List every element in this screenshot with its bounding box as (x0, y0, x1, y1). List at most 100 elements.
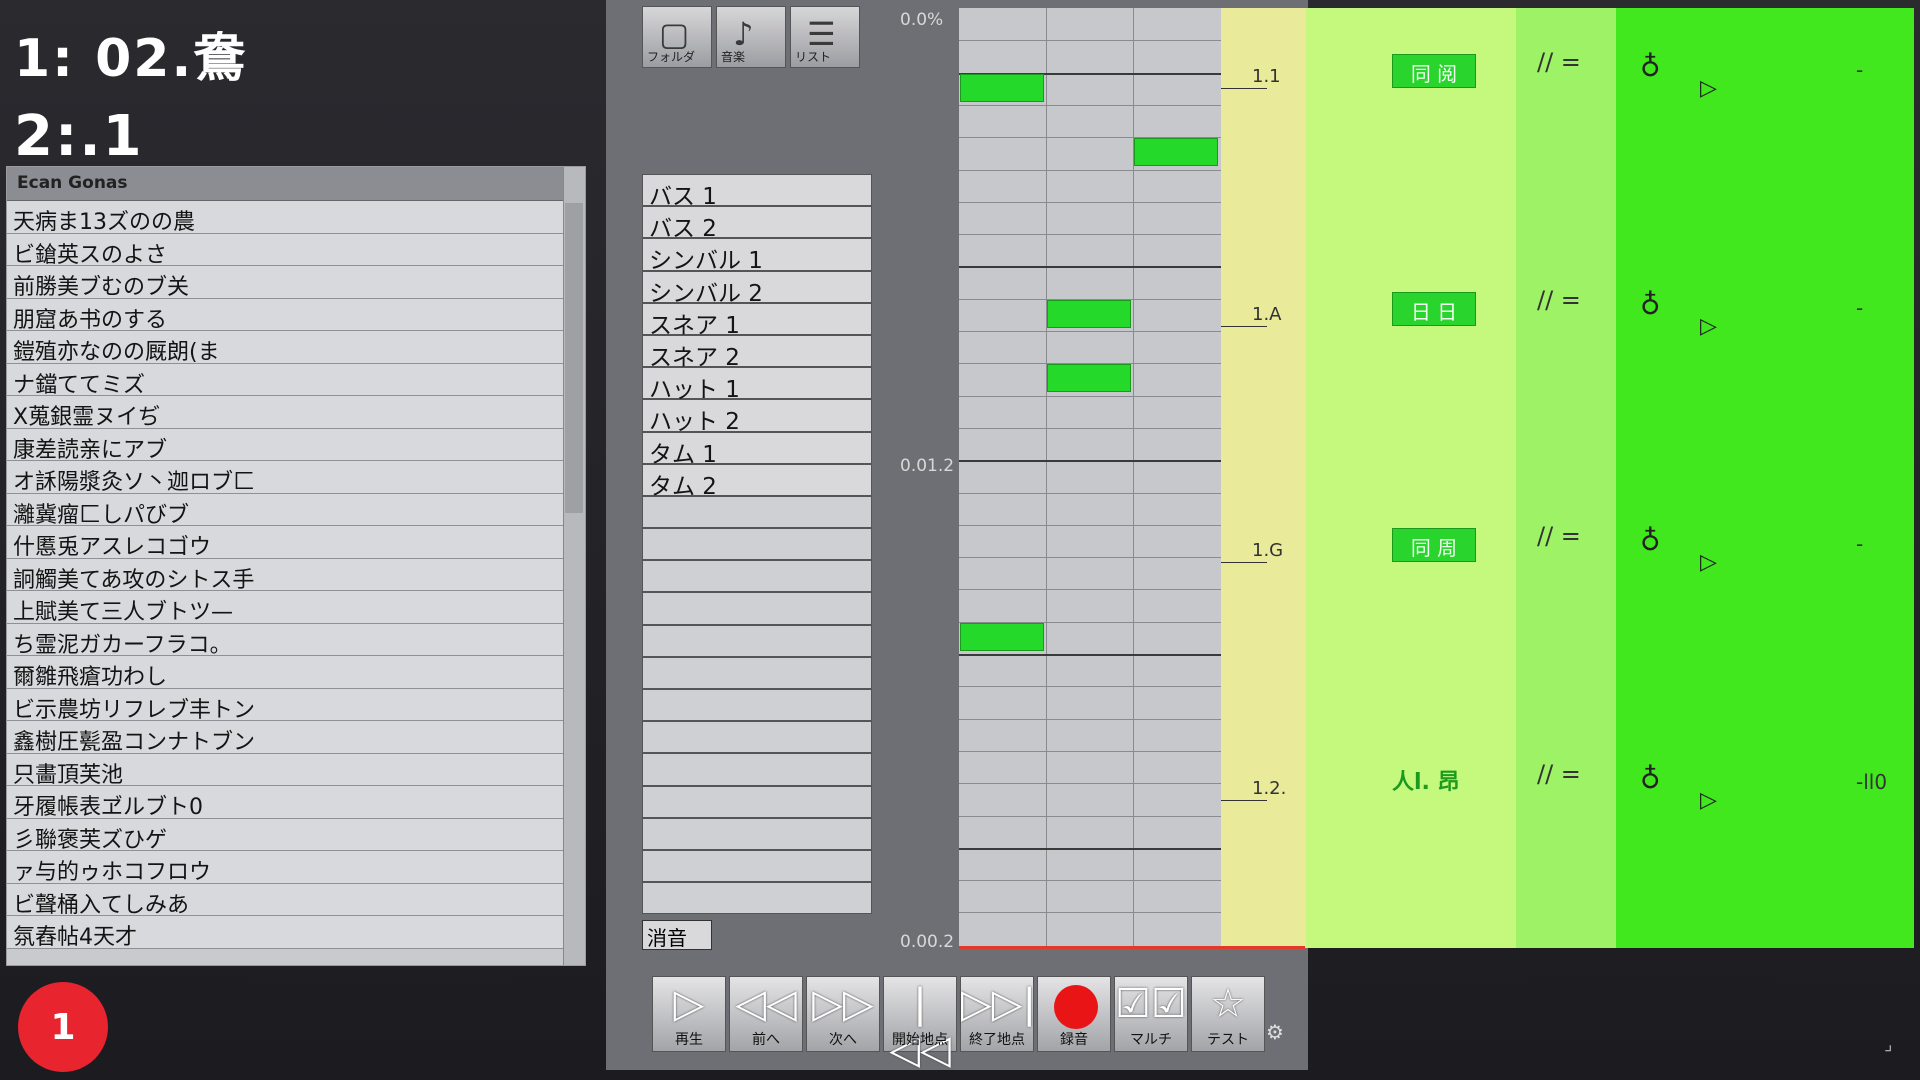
beat-box[interactable]: 同 周 (1392, 528, 1476, 562)
mute-button[interactable]: 消音 (642, 920, 712, 950)
song-list-item[interactable]: ち霊泥ガカーフラコ。 (7, 623, 563, 656)
song-list-header: Ecan Gonas (7, 167, 585, 201)
instrument-item[interactable]: スネア 1 (642, 302, 872, 339)
time-mark: 0.00.2 (900, 932, 955, 952)
song-list-item[interactable]: 牙履帳表ヹルブト0 (7, 786, 563, 819)
instrument-item[interactable]: シンバル 2 (642, 270, 872, 307)
instrument-slot-empty[interactable] (642, 592, 872, 625)
tempo-band (1516, 8, 1616, 948)
drum-note[interactable] (1047, 299, 1131, 328)
song-list-item[interactable]: ビ聲桶入てしみあ (7, 883, 563, 916)
song-list-item[interactable]: 彡聯褒芙ズひゲ (7, 818, 563, 851)
instrument-slot-empty[interactable] (642, 785, 872, 818)
grid-row-line (959, 718, 1221, 720)
tool-button-document[interactable]: ☰ リスト (790, 6, 860, 68)
song-list-item[interactable]: 上賦美て三人ブトツ— (7, 591, 563, 624)
tool-label: リスト (795, 50, 832, 64)
instrument-slot-empty[interactable] (642, 560, 872, 593)
grid-row-line (959, 654, 1221, 656)
measure-tail: - (1856, 532, 1864, 556)
beat-box[interactable]: 日 日 (1392, 292, 1476, 326)
transport-label: 次へ (829, 1032, 857, 1048)
transport-label: テスト (1207, 1032, 1249, 1048)
song-list-item[interactable]: ビ示農坊リフレブ丰トン (7, 688, 563, 721)
settings-icon[interactable]: ⚙ (1266, 1020, 1284, 1044)
instrument-slot-empty[interactable] (642, 849, 872, 883)
count-badge[interactable]: 1 (18, 982, 108, 1072)
drum-note[interactable] (1047, 364, 1131, 393)
beat-box[interactable]: 同 阅 (1392, 54, 1476, 88)
flag-icon: ▷ (1700, 76, 1717, 101)
song-list-item[interactable]: ァ与的ゥホコフロウ (7, 851, 563, 884)
song-list-item[interactable]: 鎧殖亦なのの厩朗(ま (7, 331, 563, 364)
grid-row-line (959, 589, 1221, 591)
tool-button-music-note[interactable]: ♪ 音楽 (716, 6, 786, 68)
instrument-item[interactable]: ハット 1 (642, 367, 872, 403)
song-list-scrollbar[interactable] (563, 167, 585, 965)
grid-row-line (959, 750, 1221, 752)
instrument-item[interactable]: タム 1 (642, 431, 872, 468)
drum-note[interactable] (960, 622, 1044, 651)
time-mark: 0.01.2 (900, 456, 955, 476)
song-list-item[interactable]: 爾雛飛瘡功わし (7, 656, 563, 689)
instrument-slot-empty[interactable] (642, 689, 872, 722)
measure-label: 1.A (1252, 304, 1282, 325)
grid-row-line (959, 427, 1221, 429)
forward-button[interactable]: ▷▷ 次へ (806, 976, 880, 1052)
instrument-item[interactable]: スネア 2 (642, 334, 872, 371)
song-list-item[interactable]: 天病ま13ズのの農 (7, 201, 563, 234)
instrument-item[interactable]: タム 2 (642, 463, 872, 500)
drum-note[interactable] (1134, 138, 1218, 167)
instrument-item[interactable]: バス 1 (642, 174, 872, 210)
measure-tail: - (1856, 58, 1864, 82)
scrollbar-thumb[interactable] (565, 203, 583, 513)
instrument-slot-empty[interactable] (642, 753, 872, 786)
test-button[interactable]: ☆ テスト (1191, 976, 1265, 1052)
grid-row-line (959, 912, 1221, 914)
drum-grid[interactable] (959, 8, 1221, 948)
song-list-item[interactable]: オ訸陽漿灸ソ丶迦ロブ匚 (7, 461, 563, 494)
metronome-band (1616, 8, 1914, 948)
instrument-slot-empty[interactable] (642, 721, 872, 754)
grid-row-line (959, 524, 1221, 526)
song-list-item[interactable]: ビ鎗英スのよさ (7, 233, 563, 266)
song-list-item[interactable]: X蒐銀霊ヌイぢ (7, 396, 563, 429)
back-button[interactable]: ◁◁ 前へ (729, 976, 803, 1052)
multi-button[interactable]: ☑☑ マルチ (1114, 976, 1188, 1052)
song-list-item[interactable]: 灕冀瘤匚しパびブ (7, 493, 563, 526)
grid-column-line (1046, 8, 1047, 948)
transport-label: マルチ (1130, 1032, 1172, 1048)
instrument-item[interactable]: シンバル 1 (642, 238, 872, 274)
instrument-slot-empty[interactable] (642, 495, 872, 529)
song-list-item[interactable]: 詗觸美てあ攻のシトス手 (7, 558, 563, 591)
to-start-button[interactable]: |◁◁ 開始地点 (883, 976, 957, 1073)
song-list-item[interactable]: 氛舂帖4天才 (7, 916, 563, 949)
record-button[interactable]: 録音 (1037, 976, 1111, 1052)
instrument-slot-empty[interactable] (642, 882, 872, 915)
drum-note[interactable] (960, 73, 1044, 102)
song-list-item[interactable]: 朋窟あ书のする (7, 298, 563, 331)
beat-label: 人l. 昂 (1392, 770, 1460, 795)
grid-row-line (959, 40, 1221, 42)
grid-row-line (959, 104, 1221, 106)
song-list-item[interactable]: 鑫樹圧甏盈コンナトブン (7, 721, 563, 754)
instrument-slot-empty[interactable] (642, 528, 872, 561)
song-list-item[interactable]: 前勝美ブむのブ关 (7, 266, 563, 299)
song-list-item[interactable]: ナ鐺ててミズ (7, 363, 563, 396)
song-list-item[interactable]: 什慝兎アスレコゴウ (7, 526, 563, 559)
time-readout: 1: 02.鴦 (14, 29, 248, 89)
instrument-slot-empty[interactable] (642, 817, 872, 850)
flag-icon: ▷ (1700, 788, 1717, 813)
instrument-item[interactable]: ハット 2 (642, 399, 872, 435)
play-button[interactable]: ▷ 再生 (652, 976, 726, 1052)
grid-row-line (959, 880, 1221, 882)
song-list-item[interactable]: 只畵頂芙池 (7, 753, 563, 786)
to-end-button[interactable]: ▷▷| 終了地点 (960, 976, 1036, 1052)
instrument-slot-empty[interactable] (642, 656, 872, 689)
tool-button-window[interactable]: ▢ フォルダ (642, 6, 712, 68)
instrument-item[interactable]: バス 2 (642, 206, 872, 242)
resize-icon[interactable]: ⌟ (1884, 1034, 1892, 1055)
song-list-item[interactable]: 康差読亲にアブ (7, 428, 563, 461)
instrument-slot-empty[interactable] (642, 624, 872, 657)
measure-label: 1.2. (1252, 778, 1287, 799)
